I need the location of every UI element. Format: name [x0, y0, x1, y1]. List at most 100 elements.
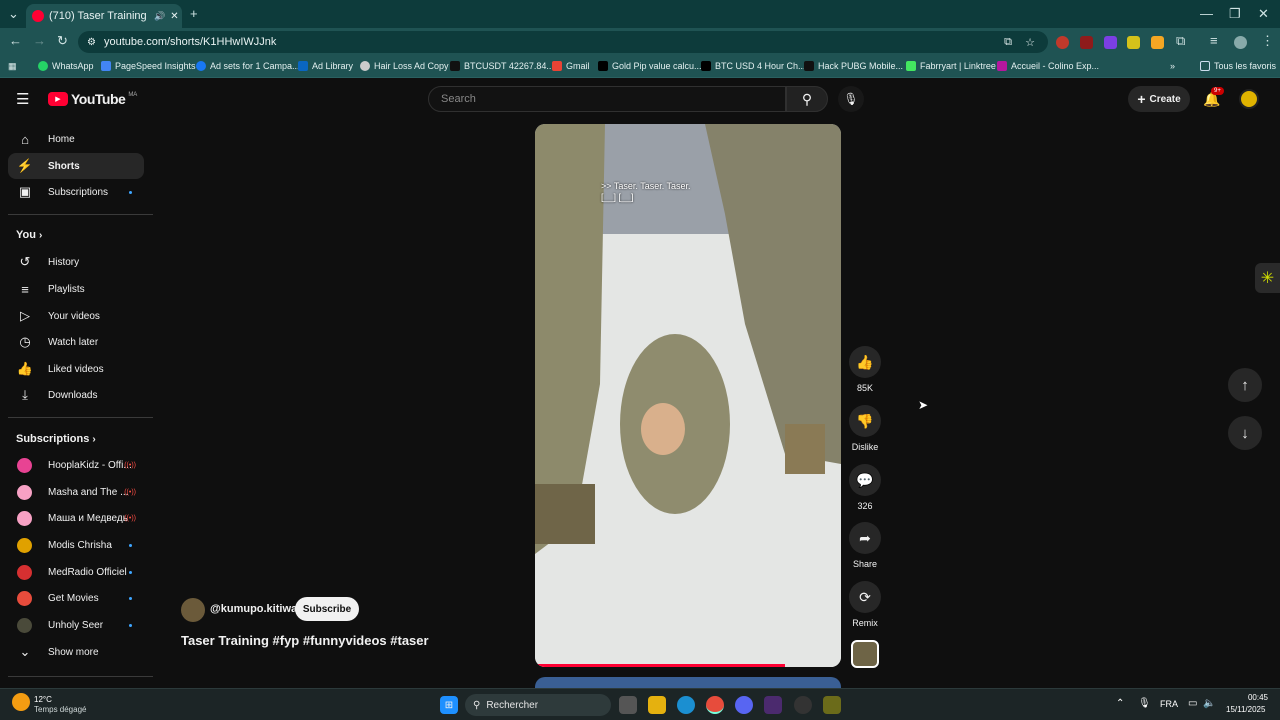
app-icon[interactable]	[794, 696, 812, 714]
extension-s-icon[interactable]	[1104, 36, 1117, 49]
account-avatar[interactable]	[1239, 89, 1259, 109]
extension-amazon-icon[interactable]	[1151, 36, 1164, 49]
window-close-icon[interactable]: ✕	[1258, 6, 1269, 22]
all-bookmarks[interactable]: Tous les favoris	[1200, 61, 1276, 71]
reload-icon[interactable]: ↻	[57, 33, 68, 49]
bookmark-colino[interactable]: Accueil - Colino Exp...	[997, 61, 1099, 71]
site-info-icon[interactable]: ⚙	[87, 37, 96, 48]
bookmark-hack-pubg[interactable]: Hack PUBG Mobile...	[804, 61, 903, 71]
new-tab-icon[interactable]: +	[190, 6, 198, 21]
bookmark-gmail[interactable]: Gmail	[552, 61, 590, 71]
sidebar-sub-unholy-seer[interactable]: Unholy Seer	[8, 612, 144, 638]
like-button[interactable]: 👍 85K	[849, 346, 881, 393]
previous-short-button[interactable]: ↑	[1228, 368, 1262, 402]
extension-dark-icon[interactable]	[1080, 36, 1093, 49]
bookmark-btc-usd[interactable]: BTC USD 4 Hour Ch...	[701, 61, 806, 71]
restore-icon[interactable]: ❐	[1229, 6, 1241, 22]
install-icon[interactable]: ⧉	[1004, 36, 1012, 49]
sidebar-show-more[interactable]: ⌄ Show more	[8, 639, 144, 665]
weather-icon[interactable]	[12, 693, 30, 711]
sidebar-sub-masha-ru[interactable]: Маша и Медведь ((•))	[8, 505, 144, 531]
arrow-down-icon: ↓	[1241, 424, 1249, 442]
clock-time[interactable]: 00:45	[1230, 693, 1268, 702]
sidebar-item-watch-later[interactable]: ◷ Watch later	[8, 329, 144, 355]
extensions-puzzle-icon[interactable]: ⧉	[1176, 33, 1185, 49]
bookmark-whatsapp[interactable]: WhatsApp	[38, 61, 94, 71]
share-button[interactable]: ➦ Share	[849, 522, 881, 569]
channel-avatar[interactable]	[181, 598, 205, 622]
bookmark-ad-library[interactable]: Ad Library	[298, 61, 353, 71]
app-icon[interactable]	[764, 696, 782, 714]
next-short-preview[interactable]	[535, 677, 841, 688]
notifications-bell-icon[interactable]: 🔔 9+	[1203, 87, 1224, 108]
browser-menu-icon[interactable]: ⋮	[1261, 33, 1274, 49]
progress-bar[interactable]	[535, 664, 785, 667]
search-button[interactable]: ⚲	[786, 86, 828, 112]
sidebar-item-downloads[interactable]: ⤓ Downloads	[8, 382, 144, 408]
back-icon[interactable]: ←	[9, 33, 22, 48]
sidebar-sub-hooplakidz[interactable]: HooplaKidz - Offi... ((•))	[8, 452, 144, 478]
apps-icon[interactable]: ▦	[8, 61, 17, 72]
short-video-player[interactable]: >> Taser. Taser. Taser. [__] [__]	[535, 124, 841, 667]
search-input[interactable]: Search	[428, 86, 786, 112]
subscribe-button[interactable]: Subscribe	[295, 597, 359, 621]
bookmark-ad-sets[interactable]: Ad sets for 1 Campa...	[196, 61, 300, 71]
forward-icon[interactable]: →	[33, 33, 46, 48]
comments-button[interactable]: 💬 326	[849, 464, 881, 511]
tab-search-icon[interactable]: ⌄	[8, 6, 19, 22]
network-icon[interactable]: ▭	[1188, 698, 1197, 709]
extension-grid-icon[interactable]	[1127, 36, 1140, 49]
bookmark-linktree[interactable]: Fabrryart | Linktree	[906, 61, 996, 71]
profile-avatar[interactable]	[1234, 36, 1247, 49]
tab-close-icon[interactable]: ✕	[170, 11, 178, 22]
sidebar-sub-modis[interactable]: Modis Chrisha	[8, 532, 144, 558]
minimize-icon[interactable]: —	[1200, 6, 1213, 21]
tray-chevron-icon[interactable]: ⌃	[1116, 698, 1124, 709]
browser-tab[interactable]: (710) Taser Training #fyp #f 🔊 ✕	[26, 4, 182, 28]
next-short-button[interactable]: ↓	[1228, 416, 1262, 450]
sidebar-item-subscriptions[interactable]: ▣ Subscriptions	[8, 179, 144, 205]
file-explorer-icon[interactable]	[648, 696, 666, 714]
chrome-icon[interactable]	[706, 696, 724, 714]
remix-button[interactable]: ⟳ Remix	[849, 581, 881, 628]
sidebar-item-playlists[interactable]: ≡ Playlists	[8, 276, 144, 302]
side-panel-extension-icon[interactable]: ✳	[1255, 263, 1280, 293]
home-icon: ⌂	[21, 131, 29, 147]
sidebar-sub-masha-en[interactable]: Masha and The ... ((•))	[8, 479, 144, 505]
sidebar-item-home[interactable]: ⌂ Home	[8, 126, 144, 152]
sidebar-item-your-videos[interactable]: ▷ Your videos	[8, 303, 144, 329]
sound-thumbnail[interactable]	[851, 640, 879, 668]
bookmark-gold-pip[interactable]: Gold Pip value calcu...	[598, 61, 702, 71]
bookmark-btcusdt[interactable]: BTCUSDT 42267.84...	[450, 61, 554, 71]
channel-avatar	[17, 457, 32, 473]
channel-name[interactable]: @kumupo.kitiwa	[210, 603, 297, 615]
dislike-button[interactable]: 👎 Dislike	[849, 405, 881, 452]
voice-search-button[interactable]: 🎙	[838, 86, 864, 112]
sidebar-item-shorts[interactable]: ⚡ Shorts	[8, 153, 144, 179]
task-view-icon[interactable]	[619, 696, 637, 714]
edge-icon[interactable]	[677, 696, 695, 714]
volume-icon[interactable]: 🔈	[1203, 698, 1215, 709]
audio-icon[interactable]: 🔊	[154, 11, 165, 22]
taskbar-search[interactable]: ⚲ Rechercher	[465, 694, 611, 716]
extension-red-icon[interactable]	[1056, 36, 1069, 49]
subscriptions-section-header[interactable]: Subscriptions ›	[16, 433, 96, 445]
create-button[interactable]: + Create	[1128, 86, 1190, 112]
you-section-header[interactable]: You ›	[16, 229, 42, 241]
windows-start-icon[interactable]: ⊞	[440, 696, 458, 714]
app-icon[interactable]	[823, 696, 841, 714]
address-bar[interactable]: ⚙ youtube.com/shorts/K1HHwIWJJnk ⧉ ☆	[78, 31, 1048, 53]
bookmark-star-icon[interactable]: ☆	[1025, 36, 1035, 49]
sidebar-item-liked-videos[interactable]: 👍 Liked videos	[8, 356, 144, 382]
discord-icon[interactable]	[735, 696, 753, 714]
mic-tray-icon[interactable]: 🎙	[1138, 698, 1151, 709]
more-bookmarks-icon[interactable]: »	[1170, 61, 1175, 71]
media-control-icon[interactable]: ≡	[1210, 33, 1218, 48]
bookmark-pagespeed[interactable]: PageSpeed Insights	[101, 61, 196, 71]
clock-date[interactable]: 15/11/2025	[1226, 705, 1265, 714]
bookmark-hair-loss[interactable]: Hair Loss Ad Copy	[360, 61, 449, 71]
sidebar-sub-get-movies[interactable]: Get Movies	[8, 585, 144, 611]
language-indicator[interactable]: FRA	[1160, 699, 1178, 709]
sidebar-item-history[interactable]: ↺ History	[8, 249, 144, 275]
sidebar-sub-medradio[interactable]: MedRadio Officiel	[8, 559, 144, 585]
